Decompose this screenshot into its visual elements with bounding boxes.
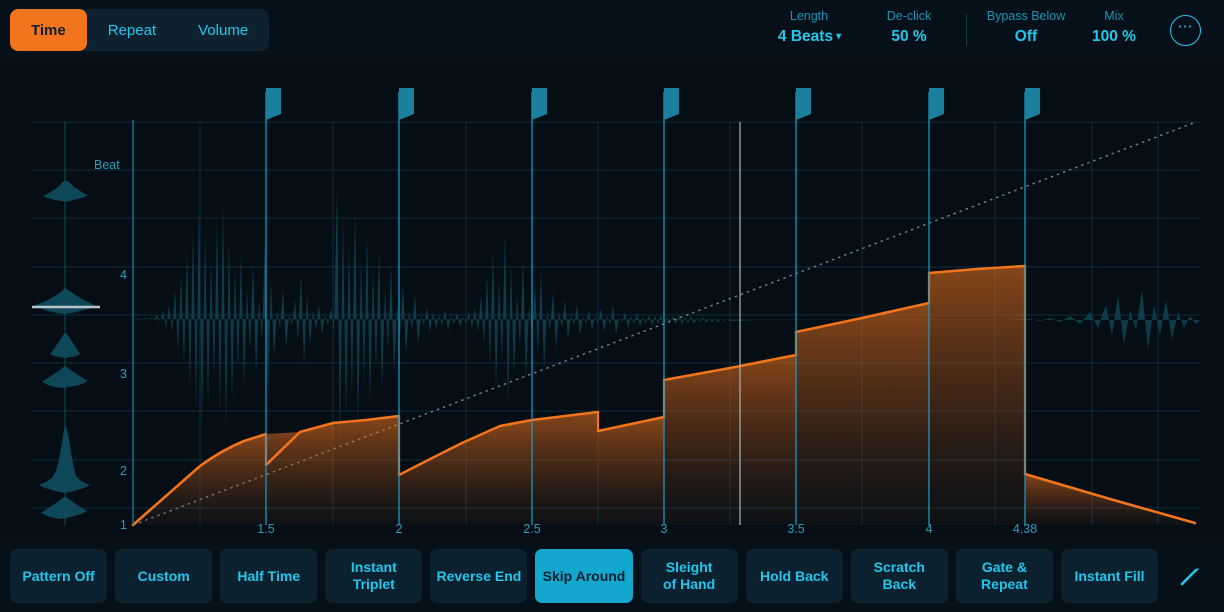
pencil-icon[interactable]	[1166, 549, 1214, 603]
preset-instant-fill[interactable]: Instant Fill	[1060, 549, 1159, 603]
tab-volume[interactable]: Volume	[177, 9, 269, 51]
beat-flag-marker	[398, 88, 414, 525]
mode-tab-group: Time Repeat Volume	[10, 9, 270, 51]
x-tick-label: 1.5	[257, 522, 274, 536]
y-axis-tick-labels: 1 2 3 4	[120, 268, 127, 532]
toolbar-divider	[966, 14, 967, 46]
preset-skip-around[interactable]: Skip Around	[535, 549, 633, 603]
preset-custom[interactable]: Custom	[115, 549, 213, 603]
preset-hold-back[interactable]: Hold Back	[745, 549, 843, 603]
param-declick-label: De-click	[886, 9, 932, 23]
x-tick-label: 4	[926, 522, 933, 536]
envelope-plot[interactable]: 1 2 3 4 1.5 2 2.5 3 3.5 4 4.38	[0, 60, 1224, 540]
tab-time[interactable]: Time	[10, 9, 87, 51]
tab-repeat[interactable]: Repeat	[87, 9, 177, 51]
param-bypass-below-value[interactable]: Off	[968, 27, 1084, 46]
y-tick-label: 3	[120, 367, 127, 381]
graph-axis-title: Beat	[94, 158, 120, 172]
ellipsis-icon: ⋯	[1177, 17, 1194, 35]
chevron-updown-icon[interactable]: ▾	[836, 27, 841, 46]
param-mix[interactable]: Mix 100 %	[1068, 8, 1160, 46]
param-length-value[interactable]: 4 Beats ▾	[752, 27, 866, 48]
preset-gate-repeat[interactable]: Gate & Repeat	[955, 549, 1053, 603]
param-bypass-below-label: Bypass Below	[986, 9, 1066, 23]
preset-instant-triplet[interactable]: Instant Triplet	[325, 549, 423, 603]
x-tick-label: 3.5	[787, 522, 804, 536]
top-toolbar: Time Repeat Volume Length 4 Beats ▾ De-cl…	[0, 0, 1224, 60]
y-tick-label: 1	[120, 518, 127, 532]
y-tick-label: 2	[120, 464, 127, 478]
x-tick-label: 4.38	[1013, 522, 1037, 536]
param-bypass-below[interactable]: Bypass Below Off	[968, 8, 1084, 46]
param-declick-value[interactable]: 50 %	[852, 27, 966, 46]
param-length-label: Length	[789, 9, 829, 23]
preset-scratch-back[interactable]: Scratch Back	[850, 549, 948, 603]
preset-half-time[interactable]: Half Time	[220, 549, 318, 603]
param-mix-label: Mix	[1104, 9, 1124, 23]
x-tick-label: 3	[661, 522, 668, 536]
preset-pattern-off[interactable]: Pattern Off	[10, 549, 108, 603]
preset-reverse-end[interactable]: Reverse End	[430, 549, 528, 603]
param-length[interactable]: Length 4 Beats ▾	[752, 8, 866, 48]
preset-button-bar: Pattern Off Custom Half Time Instant Trip…	[0, 540, 1224, 612]
pencil-glyph	[1180, 568, 1200, 586]
param-declick[interactable]: De-click 50 %	[852, 8, 966, 46]
x-tick-label: 2	[396, 522, 403, 536]
param-mix-value[interactable]: 100 %	[1068, 27, 1160, 46]
beat-flag-marker	[1024, 88, 1040, 525]
time-envelope-graph[interactable]: Beat 1 2 3 4 1.5 2 2.5 3 3.5 4 4.38	[0, 60, 1224, 540]
flex-time-plugin-window: Time Repeat Volume Length 4 Beats ▾ De-cl…	[0, 0, 1224, 612]
preset-sleight-of-hand[interactable]: Sleight of Hand	[640, 549, 738, 603]
more-options-button[interactable]: ⋯	[1170, 15, 1201, 46]
x-tick-label: 2.5	[523, 522, 540, 536]
y-tick-label: 4	[120, 268, 127, 282]
